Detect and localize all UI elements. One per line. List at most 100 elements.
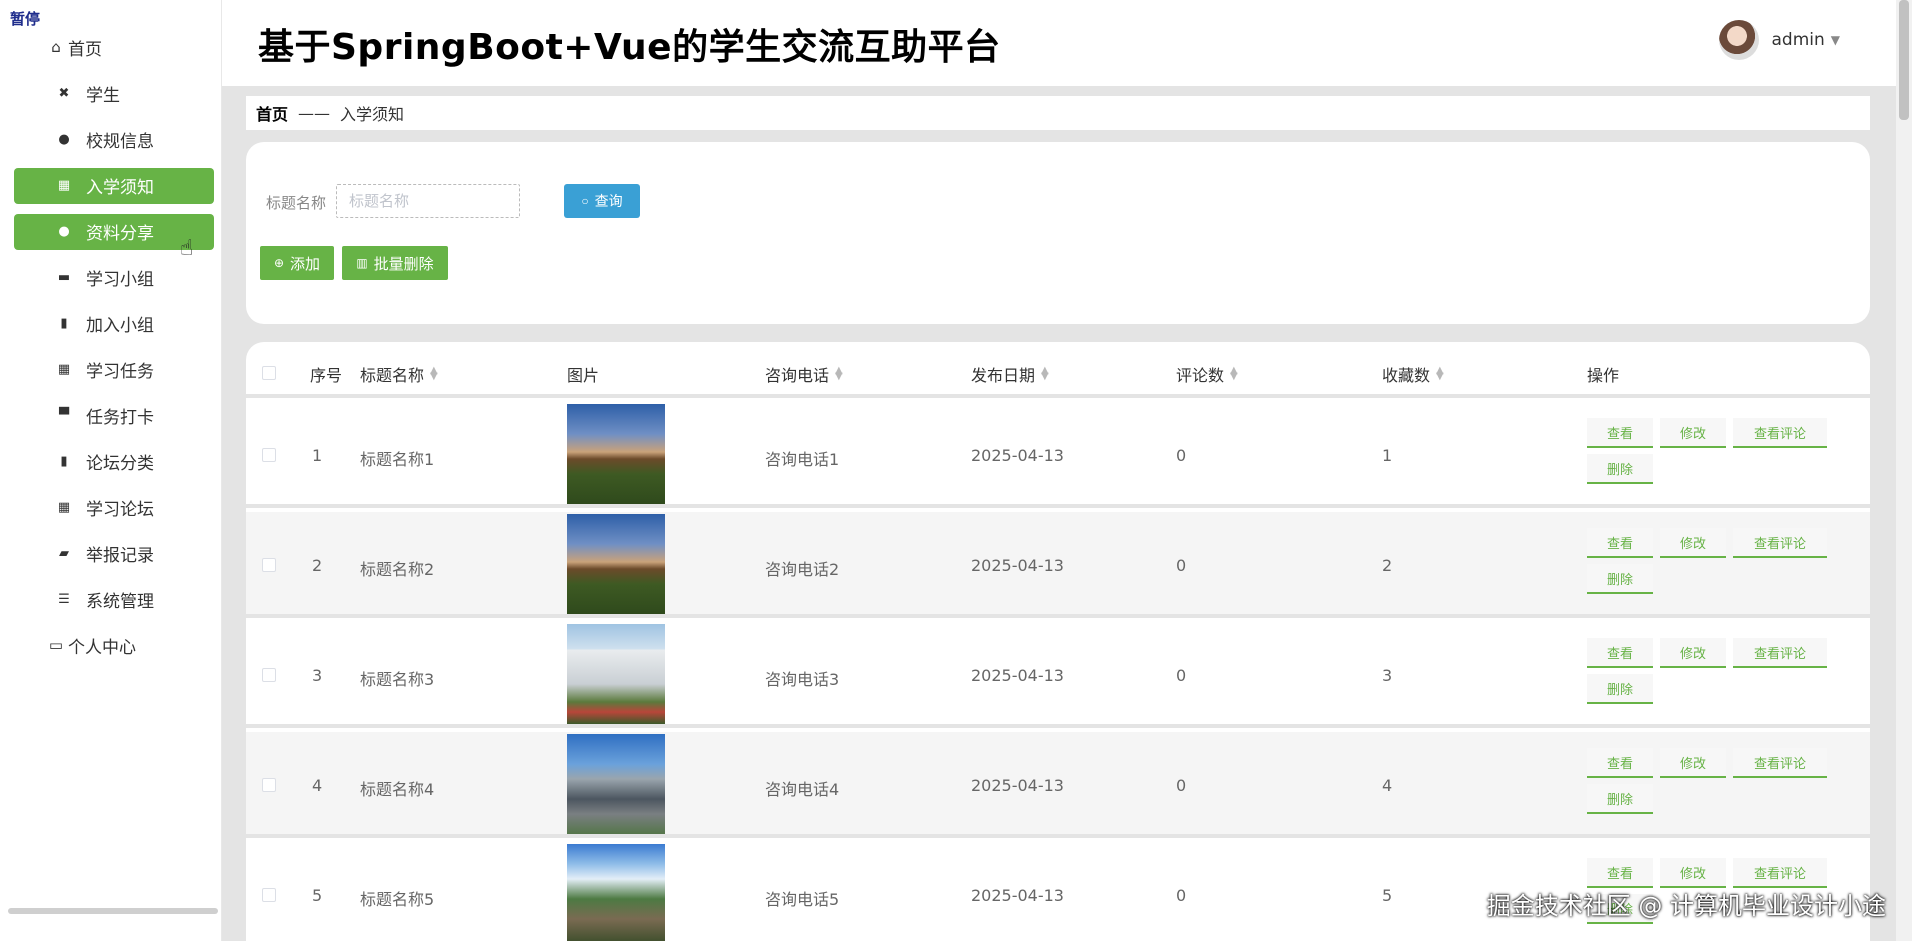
row-image[interactable] <box>567 624 665 724</box>
sort-icon: ▲ ▼ <box>430 365 438 382</box>
sidebar-item-label: 论坛分类 <box>86 453 154 474</box>
row-favorites: 5 <box>1382 886 1393 905</box>
row-title: 标题名称3 <box>360 670 435 689</box>
sort-icon: ▲ ▼ <box>1436 365 1444 382</box>
sidebar-item[interactable]: ▰ 举报记录 <box>0 530 222 576</box>
sidebar-item-label: 举报记录 <box>86 545 154 566</box>
edit-button[interactable]: 修改 <box>1660 418 1726 448</box>
view-comments-button[interactable]: 查看评论 <box>1733 528 1827 558</box>
clipboard-icon: ▮ <box>60 315 68 331</box>
sidebar-scrollbar[interactable] <box>8 908 218 914</box>
sidebar-item[interactable]: ✖ 学生 <box>0 70 222 116</box>
user-menu[interactable]: admin ▼ <box>1719 20 1840 60</box>
row-comments: 0 <box>1176 666 1187 685</box>
sidebar-item-label: 入学须知 <box>86 177 154 198</box>
row-comments: 0 <box>1176 446 1187 465</box>
row-comments: 0 <box>1176 886 1187 905</box>
sidebar-item[interactable]: ▦ 学习论坛 <box>0 484 222 530</box>
list-icon: ☰ <box>58 591 70 607</box>
delete-button[interactable]: 删除 <box>1587 674 1653 704</box>
delete-button[interactable]: 删除 <box>1587 454 1653 484</box>
row-image[interactable] <box>567 514 665 614</box>
table-row: 4 标题名称4 咨询电话4 2025-04-13 0 4 查看 修改 查看评论 删除 <box>246 732 1870 838</box>
header: 基于SpringBoot+Vue的学生交流互助平台 admin ▼ <box>222 0 1912 86</box>
breadcrumb-home[interactable]: 首页 <box>256 101 288 125</box>
view-comments-button[interactable]: 查看评论 <box>1733 748 1827 778</box>
view-comments-button[interactable]: 查看评论 <box>1733 858 1827 888</box>
col-comments[interactable]: 评论数 ▲ ▼ <box>1176 362 1238 386</box>
col-image: 图片 <box>567 366 600 385</box>
row-comments: 0 <box>1176 556 1187 575</box>
view-comments-button[interactable]: 查看评论 <box>1733 418 1827 448</box>
add-button[interactable]: ⊕ 添加 <box>260 246 334 280</box>
sidebar-item[interactable]: ▦ 入学须知 <box>0 162 222 208</box>
query-button[interactable]: ○ 查询 <box>564 184 640 218</box>
col-index: 序号 <box>310 366 343 385</box>
edit-button[interactable]: 修改 <box>1660 748 1726 778</box>
col-favorites[interactable]: 收藏数 ▲ ▼ <box>1382 362 1444 386</box>
sidebar-item[interactable]: ▦ 学习任务 <box>0 346 222 392</box>
user-name[interactable]: admin <box>1771 30 1824 50</box>
row-image[interactable] <box>567 844 665 941</box>
row-phone: 咨询电话2 <box>765 560 840 579</box>
batch-delete-button-label: 批量删除 <box>373 254 434 273</box>
view-button[interactable]: 查看 <box>1587 418 1653 448</box>
row-index: 3 <box>312 666 323 685</box>
page-scrollbar[interactable] <box>1896 0 1912 941</box>
view-button[interactable]: 查看 <box>1587 638 1653 668</box>
row-index: 1 <box>312 446 323 465</box>
sidebar-item[interactable]: ⌂ 首页 <box>0 24 222 70</box>
sidebar-item[interactable]: ● 校规信息 <box>0 116 222 162</box>
col-date[interactable]: 发布日期 ▲ ▼ <box>971 362 1049 386</box>
row-index: 4 <box>312 776 323 795</box>
delete-button[interactable]: 删除 <box>1587 564 1653 594</box>
row-checkbox[interactable] <box>262 558 276 572</box>
grid-icon: ▦ <box>57 361 71 377</box>
home-icon: ⌂ <box>51 38 61 56</box>
avatar[interactable] <box>1719 20 1760 60</box>
breadcrumb-current: 入学须知 <box>340 105 405 124</box>
col-title[interactable]: 标题名称 ▲ ▼ <box>360 362 438 386</box>
search-icon: ○ <box>581 194 589 208</box>
hand-cursor-icon: ☝ <box>180 236 194 261</box>
batch-delete-button[interactable]: ▥ 批量删除 <box>342 246 448 280</box>
sidebar-item[interactable]: ▀ 任务打卡 <box>0 392 222 438</box>
edit-button[interactable]: 修改 <box>1660 858 1726 888</box>
view-comments-button[interactable]: 查看评论 <box>1733 638 1827 668</box>
sidebar-item-label: 加入小组 <box>86 315 154 336</box>
trash-icon: ▥ <box>356 256 368 270</box>
sidebar-item[interactable]: ▭ 个人中心 <box>0 622 222 668</box>
row-checkbox[interactable] <box>262 668 276 682</box>
row-checkbox[interactable] <box>262 888 276 902</box>
grid-icon: ▦ <box>57 499 71 515</box>
sidebar-item[interactable]: ▮ 论坛分类 <box>0 438 222 484</box>
edit-button[interactable]: 修改 <box>1660 528 1726 558</box>
table-row: 2 标题名称2 咨询电话2 2025-04-13 0 2 查看 修改 查看评论 删除 <box>246 512 1870 618</box>
sidebar-item[interactable]: ☰ 系统管理 <box>0 576 222 622</box>
row-image[interactable] <box>567 404 665 504</box>
title-search-input[interactable] <box>336 184 520 218</box>
sidebar-item-label: 首页 <box>68 39 102 60</box>
row-image[interactable] <box>567 734 665 834</box>
row-favorites: 1 <box>1382 446 1393 465</box>
delete-button[interactable]: 删除 <box>1587 784 1653 814</box>
page-scrollbar-thumb[interactable] <box>1899 0 1909 120</box>
edit-button[interactable]: 修改 <box>1660 638 1726 668</box>
sidebar-item-label: 个人中心 <box>68 637 136 658</box>
sort-icon: ▲ ▼ <box>835 365 843 382</box>
col-phone[interactable]: 咨询电话 ▲ ▼ <box>765 362 843 386</box>
site-title: 基于SpringBoot+Vue的学生交流互助平台 <box>258 27 1001 68</box>
sort-icon: ▲ ▼ <box>1230 365 1238 382</box>
sidebar-menu: ⌂ 首页 ✖ 学生 ● 校规信息 ▦ 入学须知 ● 资料分享 ▬ 学习小组 ▮ 加入小组 ▦ 学习任务 ▀ 任务打… <box>0 24 222 668</box>
select-all-checkbox[interactable] <box>262 366 276 380</box>
view-button[interactable]: 查看 <box>1587 528 1653 558</box>
row-phone: 咨询电话5 <box>765 890 840 909</box>
row-title: 标题名称2 <box>360 560 435 579</box>
view-button[interactable]: 查看 <box>1587 748 1653 778</box>
row-checkbox[interactable] <box>262 778 276 792</box>
sidebar-item[interactable]: ▮ 加入小组 <box>0 300 222 346</box>
caret-down-icon[interactable]: ▼ <box>1831 33 1840 47</box>
query-button-label: 查询 <box>594 193 623 209</box>
row-checkbox[interactable] <box>262 448 276 462</box>
view-button[interactable]: 查看 <box>1587 858 1653 888</box>
